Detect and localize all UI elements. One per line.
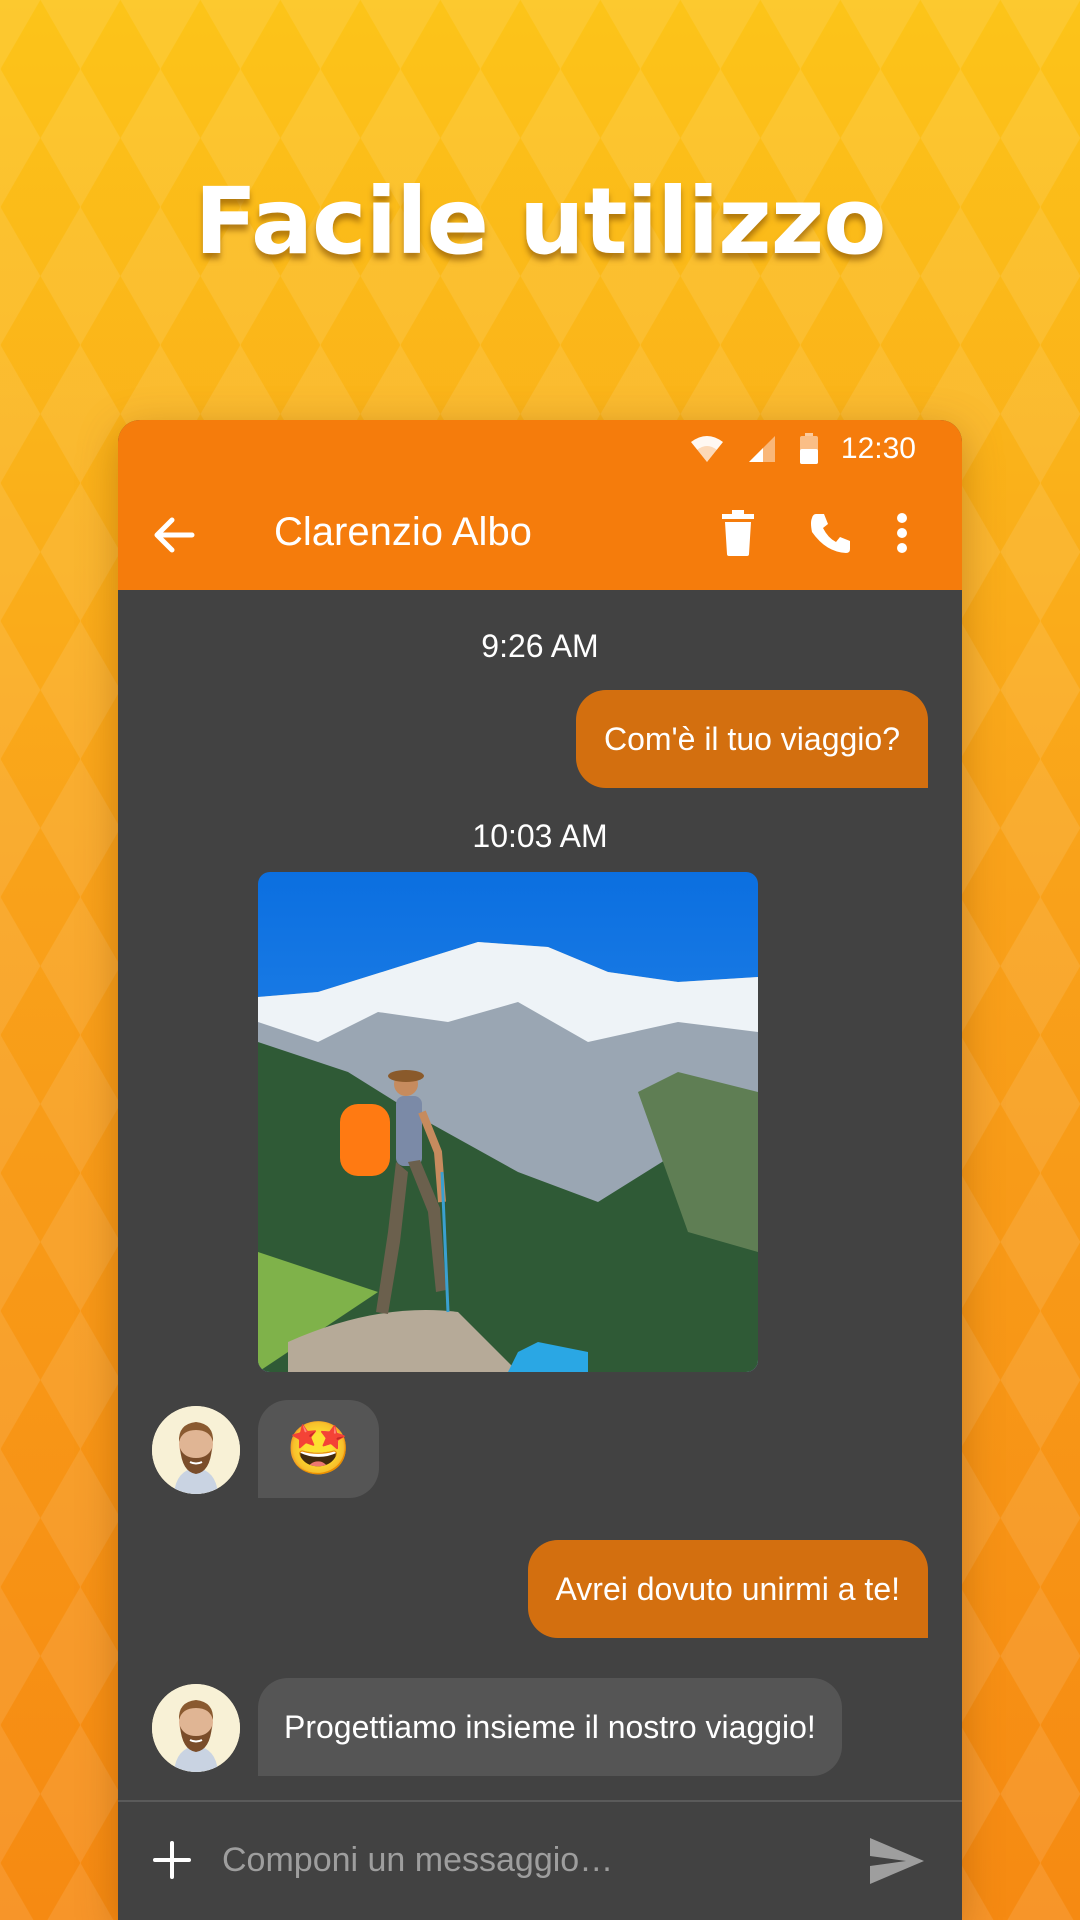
- more-vertical-icon: [897, 513, 907, 553]
- delete-button[interactable]: [716, 508, 760, 558]
- message-timestamp: 9:26 AM: [481, 628, 599, 664]
- arrow-left-icon: [154, 517, 195, 553]
- more-options-button[interactable]: [890, 508, 914, 558]
- message-composer: [118, 1800, 962, 1920]
- message-timestamp: 10:03 AM: [472, 818, 608, 854]
- status-time: 12:30: [840, 432, 916, 465]
- battery-icon: [799, 433, 819, 465]
- message-list[interactable]: 9:26 AM Com'è il tuo viaggio? 10:03 AM 🤩…: [118, 590, 962, 1810]
- contact-avatar[interactable]: [152, 1406, 240, 1494]
- message-input[interactable]: [222, 1830, 822, 1890]
- signal-icon: [747, 434, 777, 464]
- attach-button[interactable]: [152, 1840, 192, 1880]
- mountain-hiker-photo[interactable]: [258, 872, 758, 1372]
- phone-icon: [811, 514, 850, 553]
- send-button[interactable]: [868, 1836, 926, 1886]
- back-button[interactable]: [148, 510, 198, 560]
- incoming-message[interactable]: Progettiamo insieme il nostro viaggio!: [258, 1678, 842, 1776]
- contact-name[interactable]: Clarenzio Albo: [274, 510, 532, 555]
- wifi-icon: [689, 434, 725, 464]
- trash-icon: [722, 510, 754, 556]
- headline: Facile utilizzo: [194, 168, 887, 275]
- incoming-message[interactable]: 🤩: [258, 1400, 379, 1498]
- outgoing-message[interactable]: Com'è il tuo viaggio?: [575, 690, 928, 788]
- status-bar: 12:30: [118, 420, 962, 480]
- call-button[interactable]: [806, 508, 856, 558]
- send-icon: [870, 1838, 924, 1884]
- plus-icon: [153, 1841, 191, 1879]
- phone-screen: 12:30 Clarenzio Albo 9:26 AM Com'è il tu…: [118, 420, 962, 1920]
- contact-avatar[interactable]: [152, 1684, 240, 1772]
- outgoing-message[interactable]: Avrei dovuto unirmi a te!: [527, 1540, 928, 1638]
- app-bar: Clarenzio Albo: [118, 480, 962, 590]
